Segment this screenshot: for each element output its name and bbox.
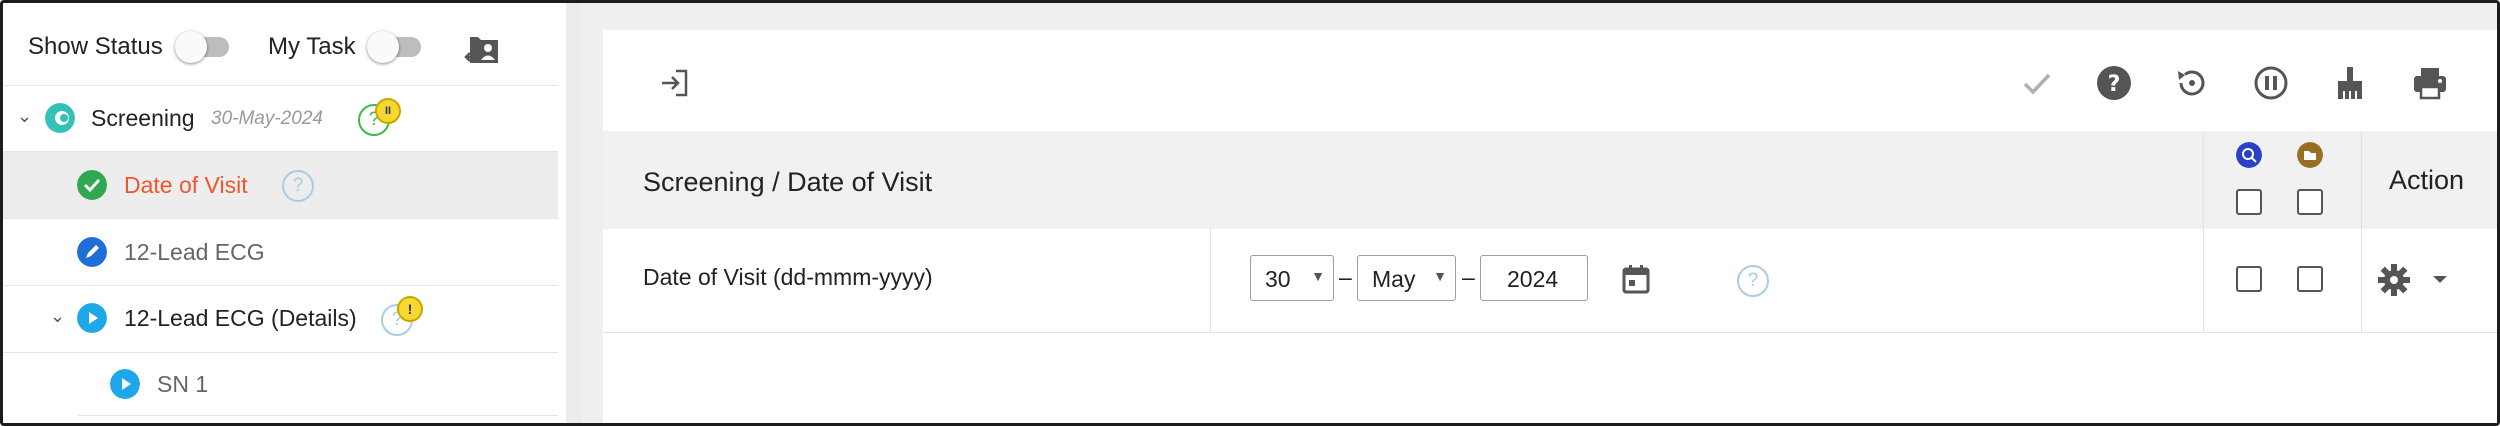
filter-bar: Show Status My Task: [3, 3, 558, 86]
left-panel: Show Status My Task ⌄ Screening 30-May-2…: [3, 3, 566, 423]
chevron-down-icon[interactable]: ⌄: [17, 106, 32, 127]
action-column-label: Action: [2389, 165, 2465, 195]
section-header: Screening / Date of Visit Action: [603, 131, 2497, 229]
year-value: 2024: [1507, 266, 1559, 292]
my-task-label: My Task: [268, 33, 356, 60]
section-title: Screening / Date of Visit: [643, 167, 933, 197]
query-search-icon: [2236, 142, 2262, 168]
calendar-icon[interactable]: [1619, 262, 1653, 296]
folder-icon: [2297, 142, 2323, 168]
select-all-file-checkbox[interactable]: [2297, 189, 2323, 215]
help-icon[interactable]: ?: [2094, 63, 2134, 103]
tree-item-12-lead-ecg-details[interactable]: ⌄ 12-Lead ECG (Details) ? !: [3, 286, 558, 353]
divider: [78, 415, 558, 416]
tree-item-date-of-visit[interactable]: Date of Visit ?: [3, 152, 558, 219]
app-frame: Show Status My Task ⌄ Screening 30-May-2…: [0, 0, 2500, 426]
tree-item-label: 12-Lead ECG (Details): [124, 305, 357, 331]
my-task-toggle[interactable]: [367, 31, 423, 63]
help-icon[interactable]: ?: [1737, 265, 1769, 297]
day-value: 30: [1265, 266, 1291, 292]
help-icon[interactable]: ?: [282, 170, 314, 202]
print-icon[interactable]: [2410, 63, 2450, 103]
right-panel: ? Screening / Date of Visit Action Date …: [582, 3, 2497, 423]
gear-icon[interactable]: [2376, 262, 2412, 298]
check-icon[interactable]: [2017, 63, 2057, 103]
tree-item-12-lead-ecg[interactable]: 12-Lead ECG: [3, 219, 558, 286]
month-select[interactable]: May ▼: [1357, 255, 1456, 301]
show-status-toggle[interactable]: [175, 31, 231, 63]
pause-circle-icon[interactable]: [2251, 63, 2291, 103]
assign-user-icon[interactable]: [464, 31, 504, 69]
tree-item-label: 12-Lead ECG: [124, 239, 265, 265]
tree-item-label: Date of Visit: [124, 172, 248, 198]
year-input[interactable]: 2024: [1480, 255, 1588, 301]
caret-down-icon[interactable]: [2430, 272, 2450, 286]
form-card: ? Screening / Date of Visit Action Date …: [603, 30, 2497, 423]
panel-scrollbar[interactable]: [566, 3, 582, 423]
caret-down-icon: ▼: [1433, 268, 1447, 284]
tree-item-label: Screening: [91, 105, 195, 131]
select-all-query-checkbox[interactable]: [2236, 189, 2262, 215]
tree-item-sn-1[interactable]: SN 1: [3, 353, 558, 419]
caret-down-icon: ▼: [1311, 268, 1325, 284]
show-status-label: Show Status: [28, 33, 163, 60]
field-label: Date of Visit (dd-mmm-yyyy): [643, 264, 933, 290]
svg-text:?: ?: [2108, 72, 2121, 97]
divider: [2361, 229, 2362, 332]
screening-status-icon: [45, 103, 75, 133]
date-separator: –: [1462, 264, 1475, 290]
play-circle-icon: [110, 369, 140, 399]
tree-item-label: SN 1: [157, 371, 209, 397]
play-circle-icon: [77, 303, 107, 333]
date-separator: –: [1339, 264, 1352, 290]
tree-item-screening[interactable]: ⌄ Screening 30-May-2024 ? II: [3, 86, 558, 152]
warning-badge-icon: !: [397, 296, 423, 322]
file-checkbox[interactable]: [2297, 266, 2323, 292]
day-select[interactable]: 30 ▼: [1250, 255, 1334, 301]
divider: [2203, 131, 2204, 229]
clear-brush-icon[interactable]: [2330, 63, 2370, 103]
reset-history-icon[interactable]: [2172, 63, 2212, 103]
tree-item-date: 30-May-2024: [211, 108, 323, 129]
form-field-row: Date of Visit (dd-mmm-yyyy) 30 ▼ – May ▼…: [603, 229, 2497, 333]
edit-circle-icon: [77, 237, 107, 267]
divider: [2203, 229, 2204, 332]
pause-badge-icon: II: [375, 98, 401, 124]
query-checkbox[interactable]: [2236, 266, 2262, 292]
divider: [2361, 131, 2362, 229]
divider: [1210, 229, 1211, 332]
exit-to-form-icon[interactable]: [656, 63, 696, 103]
month-value: May: [1372, 266, 1416, 292]
chevron-down-icon[interactable]: ⌄: [50, 306, 65, 327]
check-circle-icon: [77, 170, 107, 200]
